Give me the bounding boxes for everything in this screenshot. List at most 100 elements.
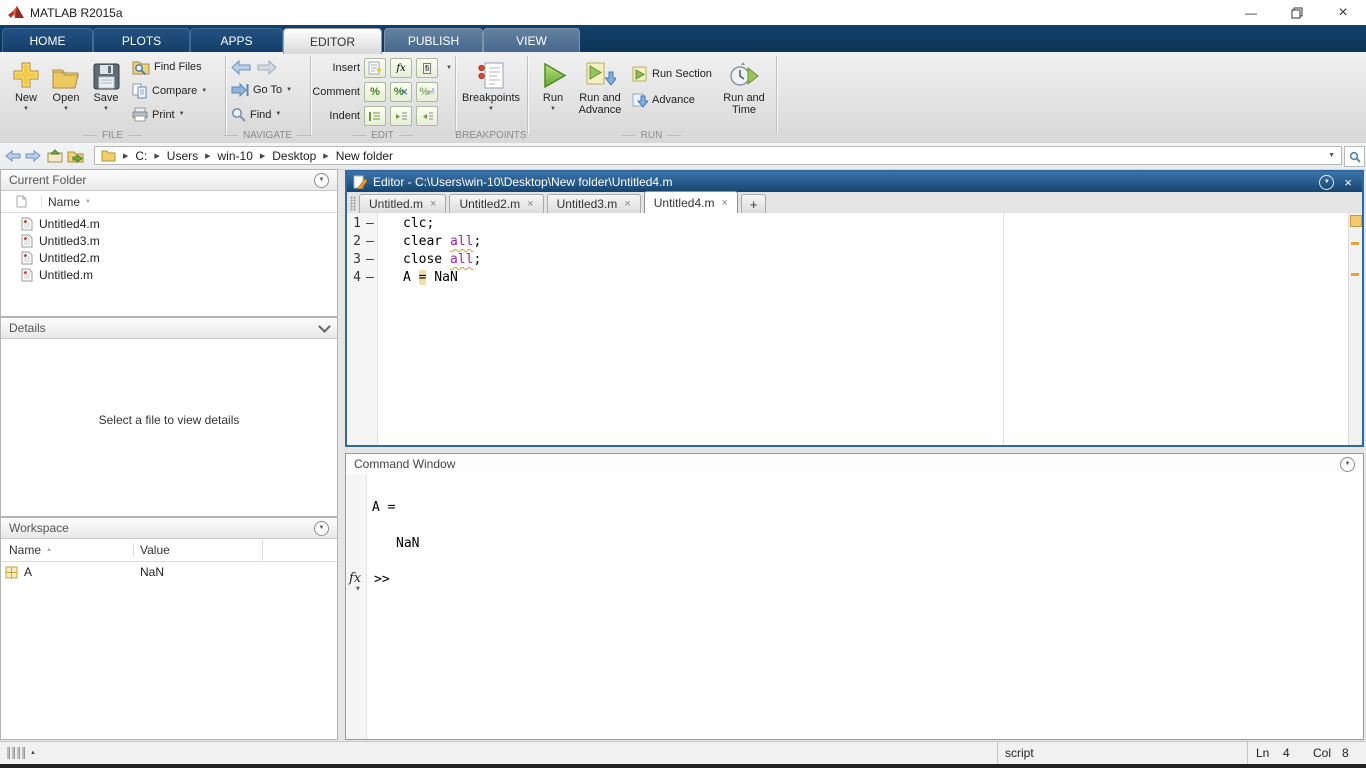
code-line: close all; xyxy=(403,251,481,269)
breadcrumb-item-folder[interactable]: New folder xyxy=(336,149,393,163)
tab-editor[interactable]: EDITOR xyxy=(283,28,382,54)
insert-file-icon[interactable]: fi xyxy=(416,58,438,78)
statusbar-grip[interactable]: ▲ xyxy=(7,747,36,759)
file-row[interactable]: Untitled2.m xyxy=(1,249,337,266)
save-button[interactable]: Save ▼ xyxy=(85,56,127,113)
edit-section-label: EDIT xyxy=(310,129,455,142)
panel-menu-button[interactable]: ▼ xyxy=(314,521,329,536)
restore-button[interactable] xyxy=(1274,0,1320,25)
tab-close-icon[interactable]: × xyxy=(624,198,630,210)
column-label: Col xyxy=(1313,746,1331,760)
chevron-down-icon: ▼ xyxy=(63,106,69,113)
tab-close-icon[interactable]: × xyxy=(721,197,727,209)
details-header[interactable]: Details xyxy=(1,318,337,339)
tab-close-icon[interactable]: × xyxy=(430,198,436,210)
forward-button[interactable] xyxy=(257,60,277,75)
workspace-value-column[interactable]: Value xyxy=(134,539,263,561)
editor-tab[interactable]: Untitled.m × xyxy=(359,194,446,213)
goto-button[interactable]: Go To ▼ xyxy=(231,83,292,97)
minimize-button[interactable]: — xyxy=(1228,0,1274,25)
close-button[interactable]: × xyxy=(1320,0,1366,25)
current-folder-column-header[interactable]: Name ▼ xyxy=(1,191,337,213)
workspace-name-column[interactable]: Name▲ xyxy=(1,543,134,557)
lint-marker[interactable] xyxy=(1351,242,1359,245)
run-and-time-icon xyxy=(729,56,760,90)
new-tab-button[interactable]: + xyxy=(741,194,767,213)
smart-indent-icon[interactable] xyxy=(364,106,386,126)
tabstrip-grip[interactable] xyxy=(350,196,356,211)
up-folder-icon[interactable] xyxy=(46,147,64,164)
breakpoints-button[interactable]: Breakpoints ▼ xyxy=(463,56,519,113)
section-divider xyxy=(776,56,777,134)
folder-search-button[interactable] xyxy=(1344,146,1365,167)
tab-home[interactable]: HOME xyxy=(2,28,93,52)
wrap-comments-icon[interactable]: %⏎ xyxy=(416,82,438,102)
breadcrumb-item-desktop[interactable]: Desktop xyxy=(272,149,316,163)
insert-function-icon[interactable]: fx xyxy=(390,58,412,78)
code-line: clear all; xyxy=(403,233,481,251)
insert-section-icon[interactable] xyxy=(364,58,386,78)
breadcrumb-item-users[interactable]: Users xyxy=(167,149,198,163)
tab-publish[interactable]: PUBLISH xyxy=(384,28,483,52)
run-button[interactable]: Run ▼ xyxy=(532,56,574,113)
print-button[interactable]: Print ▼ xyxy=(132,107,185,122)
file-row[interactable]: Untitled3.m xyxy=(1,232,337,249)
command-window: Command Window ▼ A = NaN fx▼ >> xyxy=(345,453,1364,740)
breadcrumb-item-user[interactable]: win-10 xyxy=(218,149,253,163)
open-button[interactable]: Open ▼ xyxy=(45,56,87,113)
compare-button[interactable]: Compare ▼ xyxy=(132,83,207,99)
editor-menu-button[interactable]: ▼ xyxy=(1319,175,1334,190)
file-row[interactable]: Untitled.m xyxy=(1,266,337,283)
panel-menu-button[interactable]: ▼ xyxy=(1340,457,1355,472)
line-label: Ln xyxy=(1256,746,1269,760)
editor-tab[interactable]: Untitled3.m × xyxy=(547,194,641,213)
tab-apps[interactable]: APPS xyxy=(190,28,283,52)
indent-right-icon[interactable] xyxy=(390,106,412,126)
panel-menu-button[interactable]: ▼ xyxy=(314,173,329,188)
breadcrumb-separator-icon: ▶ xyxy=(123,152,128,160)
restore-icon xyxy=(1291,7,1303,19)
editor-scrollbar[interactable] xyxy=(1348,213,1362,445)
advance-button[interactable]: Advance xyxy=(632,92,695,108)
workspace-header: Workspace ▼ xyxy=(1,518,337,539)
compare-icon xyxy=(132,83,148,99)
indent-left-icon[interactable] xyxy=(416,106,438,126)
insert-label: Insert xyxy=(312,62,360,74)
run-section-button[interactable]: Run Section xyxy=(632,66,712,82)
new-button[interactable]: New ▼ xyxy=(5,56,47,113)
back-button[interactable] xyxy=(231,60,251,75)
command-prompt[interactable]: >> xyxy=(374,572,390,587)
workspace-row[interactable]: A NaN xyxy=(1,562,337,582)
fx-button[interactable]: fx▼ xyxy=(349,572,361,585)
editor-tab[interactable]: Untitled2.m × xyxy=(449,194,543,213)
tab-view[interactable]: VIEW xyxy=(483,28,580,52)
breadcrumb-item-drive[interactable]: C: xyxy=(135,149,147,163)
editor-close-icon[interactable]: × xyxy=(1344,175,1352,190)
column-value: 8 xyxy=(1342,746,1349,760)
workspace-panel: Workspace ▼ Name▲ Value A NaN xyxy=(0,517,338,740)
run-and-advance-button[interactable]: Run and Advance xyxy=(574,56,626,116)
comment-icon[interactable]: % xyxy=(364,82,386,102)
tab-plots[interactable]: PLOTS xyxy=(93,28,190,52)
nav-back-icon[interactable] xyxy=(4,147,22,164)
status-divider xyxy=(997,742,998,765)
lint-indicator[interactable] xyxy=(1350,215,1362,227)
editor-code-area[interactable]: 1– 2– 3– 4– clc; clear all; close all; A… xyxy=(347,213,1362,445)
editor-tab-active[interactable]: Untitled4.m × xyxy=(644,191,738,213)
output-variable: A = xyxy=(372,500,395,515)
folder-icon xyxy=(101,149,116,162)
find-button[interactable]: Find ▼ xyxy=(231,107,281,122)
breadcrumb-dropdown-icon[interactable]: ▼ xyxy=(1328,152,1335,159)
find-files-button[interactable]: Find Files xyxy=(132,59,202,75)
run-and-time-button[interactable]: Run and Time xyxy=(718,56,770,116)
nav-forward-icon[interactable] xyxy=(24,147,42,164)
tab-close-icon[interactable]: × xyxy=(527,198,533,210)
file-row[interactable]: Untitled4.m xyxy=(1,215,337,232)
matlab-logo-icon xyxy=(8,5,24,20)
uncomment-icon[interactable]: %✕ xyxy=(390,82,412,102)
lint-marker[interactable] xyxy=(1351,273,1359,276)
editor-titlebar[interactable]: Editor - C:\Users\win-10\Desktop\New fol… xyxy=(347,172,1362,192)
browse-folder-icon[interactable] xyxy=(66,147,84,164)
find-files-icon xyxy=(132,59,150,75)
save-icon xyxy=(93,56,120,90)
